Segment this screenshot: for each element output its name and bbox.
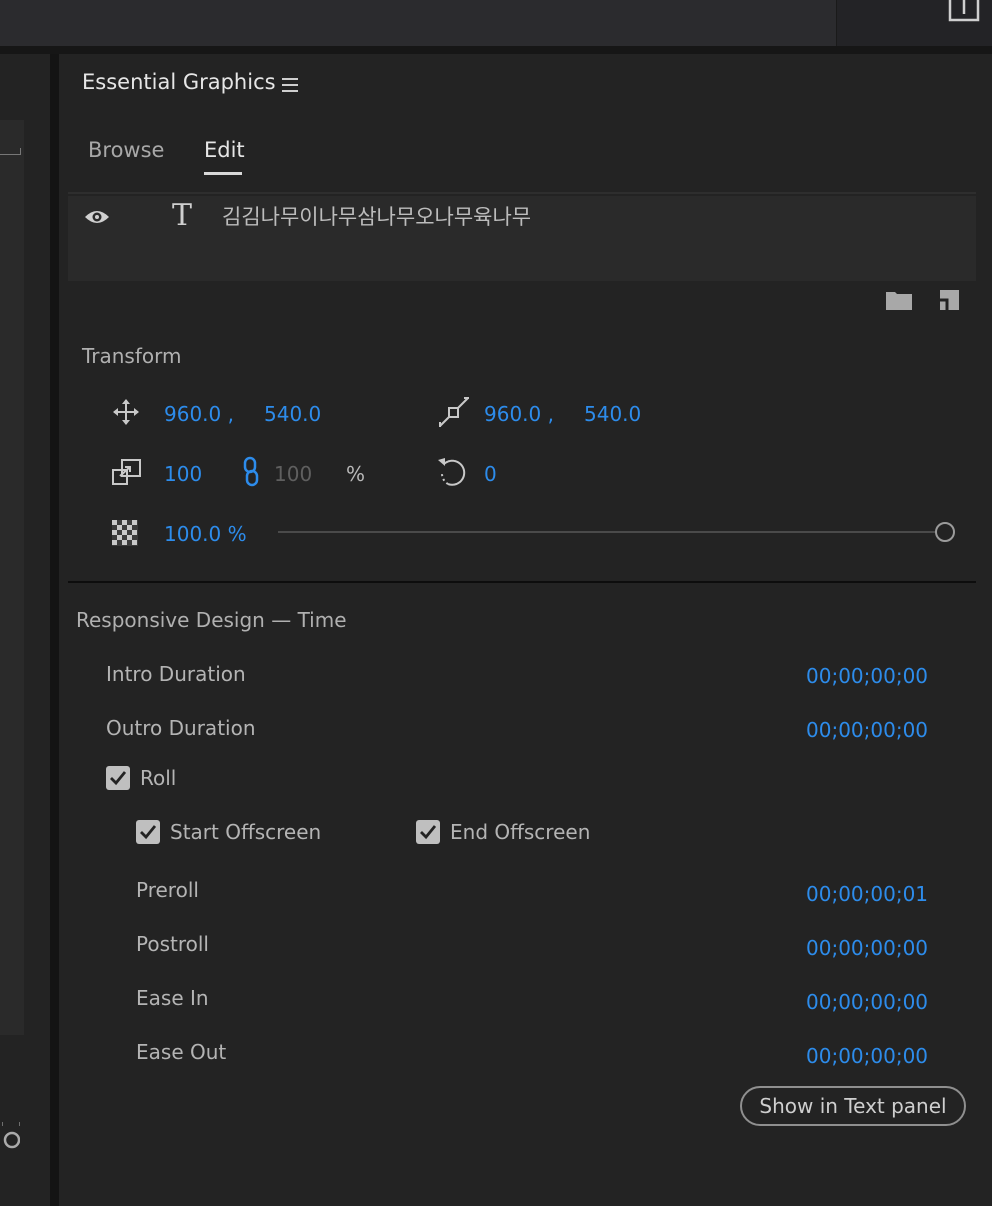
top-toolbar-right bbox=[836, 0, 992, 46]
roll-label: Roll bbox=[140, 766, 177, 790]
eye-icon[interactable] bbox=[84, 207, 110, 227]
active-tab-indicator bbox=[204, 172, 242, 175]
position-icon bbox=[113, 399, 139, 425]
opacity-slider-track[interactable] bbox=[278, 531, 936, 533]
roll-checkbox[interactable] bbox=[106, 766, 130, 790]
end-offscreen-checkbox[interactable] bbox=[416, 820, 440, 844]
transform-heading: Transform bbox=[82, 344, 182, 368]
scale-unit: % bbox=[346, 462, 366, 486]
preroll-label: Preroll bbox=[136, 878, 199, 902]
preroll-value[interactable]: 00;00;00;01 bbox=[806, 882, 928, 906]
anchor-point-icon bbox=[439, 397, 469, 427]
end-offscreen-label: End Offscreen bbox=[450, 820, 591, 844]
intro-duration-label: Intro Duration bbox=[106, 662, 246, 686]
folder-icon[interactable] bbox=[886, 290, 912, 310]
checkmark-icon bbox=[420, 825, 437, 840]
start-offscreen-label: Start Offscreen bbox=[170, 820, 322, 844]
panel-divider[interactable] bbox=[50, 54, 59, 1206]
scale-icon bbox=[112, 459, 141, 485]
panel-border bbox=[0, 46, 992, 54]
rotation-value[interactable]: 0 bbox=[484, 462, 497, 486]
postroll-value[interactable]: 00;00;00;00 bbox=[806, 936, 928, 960]
section-divider bbox=[68, 581, 976, 583]
opacity-slider-handle[interactable] bbox=[935, 522, 955, 542]
ease-out-label: Ease Out bbox=[136, 1040, 227, 1064]
tab-browse[interactable]: Browse bbox=[88, 138, 164, 162]
rotation-icon bbox=[438, 458, 466, 486]
show-in-text-panel-button[interactable]: Show in Text panel bbox=[740, 1086, 966, 1126]
circle-handle-icon[interactable] bbox=[2, 1120, 20, 1150]
opacity-value[interactable]: 100.0 % bbox=[164, 522, 247, 546]
hamburger-menu-icon[interactable] bbox=[282, 78, 298, 92]
panel-title: Essential Graphics bbox=[82, 70, 276, 94]
position-x-value[interactable]: 960.0 , bbox=[164, 402, 234, 426]
outro-duration-value[interactable]: 00;00;00;00 bbox=[806, 718, 928, 742]
ease-out-value[interactable]: 00;00;00;00 bbox=[806, 1044, 928, 1068]
outro-duration-label: Outro Duration bbox=[106, 716, 256, 740]
ease-in-value[interactable]: 00;00;00;00 bbox=[806, 990, 928, 1014]
left-panel-content bbox=[0, 120, 24, 1035]
new-layer-icon[interactable] bbox=[937, 290, 959, 310]
checkmark-icon bbox=[110, 771, 127, 786]
checkmark-icon bbox=[140, 825, 157, 840]
divider bbox=[68, 192, 976, 194]
postroll-label: Postroll bbox=[136, 932, 209, 956]
scale-height-value: 100 bbox=[274, 462, 313, 486]
position-y-value[interactable]: 540.0 bbox=[264, 402, 321, 426]
layer-name[interactable]: 김김나무이나무삼나무오나무육나무 bbox=[222, 201, 531, 231]
responsive-design-heading: Responsive Design — Time bbox=[76, 608, 347, 632]
intro-duration-value[interactable]: 00;00;00;00 bbox=[806, 664, 928, 688]
start-offscreen-checkbox[interactable] bbox=[136, 820, 160, 844]
tab-edit[interactable]: Edit bbox=[204, 138, 245, 162]
anchor-y-value[interactable]: 540.0 bbox=[584, 402, 641, 426]
export-icon[interactable] bbox=[947, 0, 981, 24]
anchor-x-value[interactable]: 960.0 , bbox=[484, 402, 554, 426]
ease-in-label: Ease In bbox=[136, 986, 209, 1010]
ruler-mark bbox=[0, 148, 21, 155]
link-icon[interactable] bbox=[242, 456, 260, 488]
opacity-icon bbox=[112, 520, 138, 546]
text-layer-icon: T bbox=[172, 198, 193, 233]
scale-value[interactable]: 100 bbox=[164, 462, 202, 486]
